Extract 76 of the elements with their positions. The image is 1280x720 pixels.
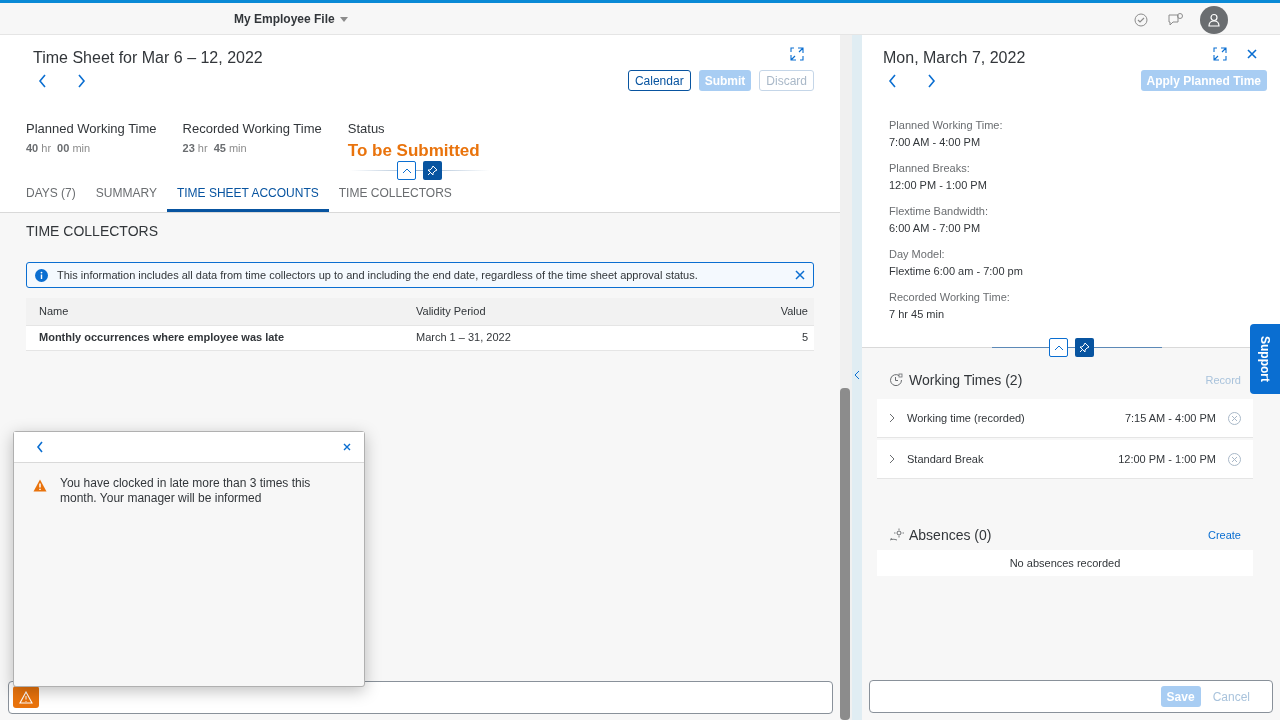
list-item[interactable]: Standard Break 12:00 PM - 1:00 PM [877, 440, 1253, 479]
table-cell: 5 [716, 325, 814, 350]
status-value: To be Submitted [347, 139, 480, 162]
scrollbar-thumb[interactable] [840, 388, 850, 720]
kpi-value: 00 min [57, 140, 91, 156]
clock-icon [889, 373, 903, 387]
back-icon[interactable] [36, 441, 44, 453]
column-header: Value [716, 298, 814, 325]
avatar-icon[interactable] [1200, 6, 1228, 34]
field-value: 12:00 PM - 1:00 PM [889, 178, 988, 192]
chat-bubble-icon[interactable] [1168, 13, 1184, 27]
list-item-time: 12:00 PM - 1:00 PM [1118, 451, 1216, 467]
kpi-value: 40 hr [26, 140, 52, 156]
collapse-header-button[interactable] [1049, 338, 1068, 357]
field-value: 7:00 AM - 4:00 PM [889, 135, 982, 149]
chevron-up-icon [1053, 344, 1064, 351]
detail-title: Mon, March 7, 2022 [883, 48, 1026, 68]
field-label: Planned Working Time: [889, 118, 1004, 132]
pin-header-button[interactable] [1075, 338, 1094, 357]
message-button[interactable] [13, 686, 39, 708]
tab[interactable]: TIME COLLECTORS [328, 176, 462, 212]
create-link[interactable]: Create [1207, 526, 1241, 544]
field-label: Flextime Bandwidth: [889, 204, 990, 218]
info-icon [35, 268, 48, 282]
list-item-time: 7:15 AM - 4:00 PM [1124, 410, 1216, 426]
tab[interactable]: DAYS (7) [16, 176, 86, 212]
collapse-header-button[interactable] [397, 161, 416, 180]
empty-list-text: No absences recorded [1009, 555, 1121, 571]
warning-icon [33, 479, 47, 492]
support-tab[interactable]: Support [1250, 324, 1280, 394]
kpi-label: Recorded Working Time [182, 120, 322, 138]
sun-person-icon [889, 528, 905, 542]
pin-icon [1079, 342, 1090, 353]
field-label: Day Model: [889, 247, 946, 261]
column-header: Validity Period [416, 298, 716, 325]
warning-message-text: You have clocked in late more than 3 times this month. Your manager will be informed [60, 476, 312, 506]
pin-header-button[interactable] [423, 161, 442, 180]
expand-icon[interactable] [790, 47, 804, 61]
chevron-up-icon [401, 167, 412, 174]
app-title-menu[interactable]: My Employee File [234, 10, 348, 28]
next-icon[interactable] [76, 74, 86, 88]
tab[interactable]: TIME SHEET ACCOUNTS [166, 176, 329, 212]
table-cell: March 1 – 31, 2022 [416, 325, 716, 350]
kpi-value: 23 hr [182, 140, 208, 156]
previous-icon[interactable] [38, 74, 48, 88]
next-icon[interactable] [926, 74, 936, 88]
chevron-left-icon [854, 370, 860, 380]
list-item-label: Working time (recorded) [907, 410, 1026, 426]
tab[interactable]: SUMMARY [85, 176, 167, 212]
section-title: TIME COLLECTORS [26, 222, 159, 241]
check-circle-icon[interactable] [1134, 13, 1148, 27]
section-title: Working Times (2) [909, 370, 1024, 390]
close-icon[interactable] [1247, 49, 1257, 59]
page-title: Time Sheet for Mar 6 – 12, 2022 [33, 48, 263, 68]
field-value: 7 hr 45 min [889, 307, 946, 321]
section-title: Absences (0) [909, 525, 993, 545]
toolbar-button[interactable]: Calendar [627, 70, 691, 91]
status-label: Status [347, 120, 386, 138]
previous-icon[interactable] [888, 74, 898, 88]
table-cell: Monthly occurrences where employee was late [26, 325, 416, 350]
list-item-label: Standard Break [907, 451, 985, 467]
kpi-label: Planned Working Time [26, 120, 157, 138]
field-value: 6:00 AM - 7:00 PM [889, 221, 982, 235]
kpi-value: 45 min [213, 140, 247, 156]
pin-icon [427, 165, 438, 176]
column-header: Name [26, 298, 416, 325]
close-icon[interactable] [795, 270, 805, 280]
close-icon[interactable] [343, 443, 351, 451]
warning-icon [19, 690, 33, 704]
info-message-text: This information includes all data from time collectors up to and including the end date, regardless of the time sheet approval status. [57, 267, 699, 283]
list-item[interactable]: Working time (recorded) 7:15 AM - 4:00 PM [877, 399, 1253, 438]
expand-icon[interactable] [1213, 47, 1227, 61]
field-label: Planned Breaks: [889, 161, 971, 175]
field-value: Flextime 6:00 am - 7:00 pm [889, 264, 1023, 278]
field-label: Recorded Working Time: [889, 290, 1011, 304]
caret-down-icon [339, 16, 348, 22]
